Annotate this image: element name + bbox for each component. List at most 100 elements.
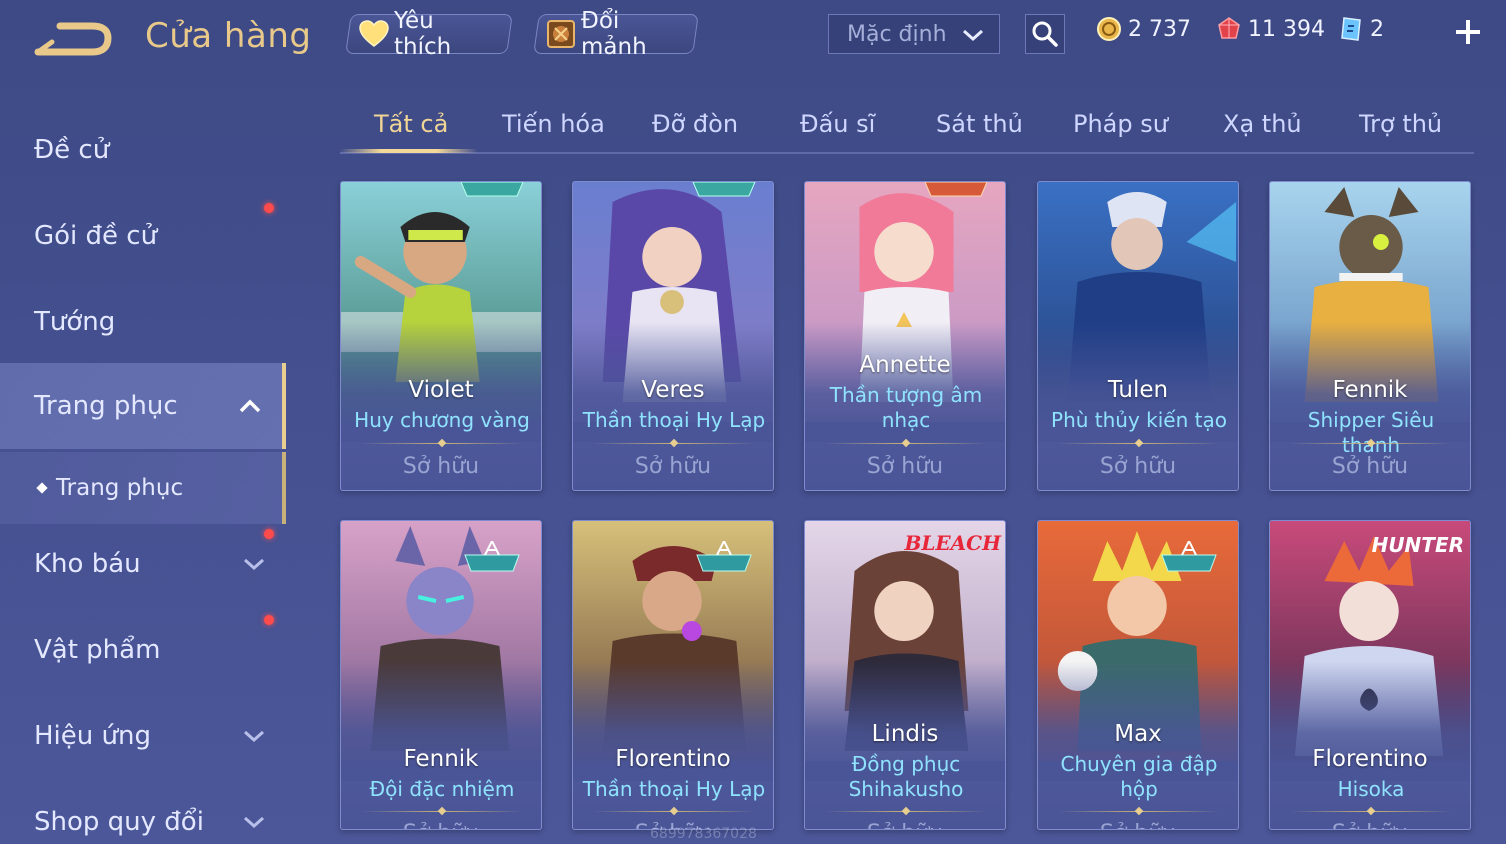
card-divider <box>593 811 755 812</box>
sidebar-item-exchange-shop[interactable]: Shop quy đổi <box>0 779 286 844</box>
card-divider <box>825 443 987 444</box>
skin-name: Phù thủy kiến tạo <box>1051 408 1227 432</box>
skin-card[interactable]: Annette Thần tượng âm nhạc Sở hữu <box>804 181 1006 491</box>
hero-name: Annette <box>859 352 951 378</box>
card-divider <box>593 443 755 444</box>
chevron-down-icon <box>961 25 985 50</box>
skin-name: Hisoka <box>1337 777 1405 801</box>
skin-name: Đồng phục Shihakusho <box>848 752 964 801</box>
brand-logo: HUNTER <box>1371 533 1464 557</box>
card-divider <box>1290 811 1452 812</box>
page-title: Cửa hàng <box>145 16 312 56</box>
card-divider <box>825 811 987 812</box>
hero-name: Fennik <box>1332 377 1408 403</box>
plus-icon <box>1456 20 1480 44</box>
hero-name: Veres <box>641 377 705 403</box>
chevron-down-icon <box>242 721 266 751</box>
skin-card[interactable]: Tulen Phù thủy kiến tạo Sở hữu <box>1037 181 1239 491</box>
sidebar-item-label: Kho báu <box>34 549 141 579</box>
limited-badge <box>692 182 756 197</box>
owned-status: Sở hữu <box>341 821 541 829</box>
skin-card[interactable]: Fennik Shipper Siêu thanh Sở hữu <box>1269 181 1471 491</box>
skin-card[interactable]: Veres Thần thoại Hy Lạp Sở hữu <box>572 181 774 491</box>
owned-status: Sở hữu <box>805 821 1005 829</box>
owned-status: Sở hữu <box>634 454 712 479</box>
shard-chest-icon <box>545 18 577 50</box>
sidebar-item-label: Trang phục <box>56 475 184 501</box>
skin-grid: Violet Huy chương vàng Sở hữu Veres Thần… <box>340 181 1480 844</box>
skin-card[interactable]: Fennik Đội đặc nhiệm Sở hữu <box>340 520 542 830</box>
notification-dot <box>264 203 274 213</box>
ticket-icon <box>1338 16 1364 42</box>
back-arrow-icon <box>34 22 112 56</box>
skin-name: Chuyên gia đập hộp <box>1060 752 1218 801</box>
card-divider <box>361 811 523 812</box>
sidebar-item-skins[interactable]: Trang phục <box>0 363 286 449</box>
skin-name: Shipper Siêu thanh <box>1307 408 1435 457</box>
sidebar-item-recommended[interactable]: Đề cử <box>0 107 286 193</box>
back-button[interactable] <box>34 18 114 62</box>
category-tabs: Tất cả Tiến hóa Đỡ đòn Đấu sĩ Sát thủ Ph… <box>340 100 1474 154</box>
limited-badge <box>460 182 524 197</box>
tab-all[interactable]: Tất cả <box>374 110 448 138</box>
voucher-amount: 11 394 <box>1248 16 1325 42</box>
skin-name: Huy chương vàng <box>354 408 530 432</box>
card-divider <box>1290 443 1452 444</box>
limited-a-badge <box>696 541 752 572</box>
tab-evolution[interactable]: Tiến hóa <box>502 110 605 138</box>
favorites-button[interactable]: Yêu thích <box>345 8 513 60</box>
sidebar-item-label: Trang phục <box>34 391 178 421</box>
hero-name: Fennik <box>403 746 479 772</box>
sidebar-subitem-skins[interactable]: Trang phục <box>0 452 286 524</box>
sidebar-item-effects[interactable]: Hiệu ứng <box>0 693 286 779</box>
hero-name: Max <box>1114 721 1162 747</box>
sidebar-item-label: Tướng <box>34 307 116 337</box>
card-divider <box>1058 443 1220 444</box>
hero-name: Lindis <box>871 721 939 747</box>
hero-name: Florentino <box>615 746 731 772</box>
tab-mage[interactable]: Pháp sư <box>1073 110 1168 138</box>
sidebar-item-label: Shop quy đổi <box>34 807 204 837</box>
red-gem-icon <box>1216 16 1242 42</box>
exchange-shards-button[interactable]: Đổi mảnh <box>533 8 699 60</box>
owned-status: Sở hữu <box>866 454 944 479</box>
ticket-amount: 2 <box>1370 16 1384 42</box>
sort-value: Mặc định <box>847 21 947 47</box>
hero-name: Violet <box>408 377 474 403</box>
sidebar-item-label: Vật phẩm <box>34 635 161 665</box>
limited-a-badge <box>1161 541 1217 572</box>
skin-card[interactable]: BLEACH Lindis Đồng phục Shihakusho Sở hữ… <box>804 520 1006 830</box>
tab-tank[interactable]: Đỡ đòn <box>652 110 738 138</box>
skin-name: Thần thoại Hy Lạp <box>582 777 766 801</box>
owned-status: Sở hữu <box>1038 821 1238 829</box>
bullet-icon <box>36 482 48 494</box>
sidebar-item-treasure[interactable]: Kho báu <box>0 521 286 607</box>
gold-amount: 2 737 <box>1128 16 1191 42</box>
sidebar-item-heroes[interactable]: Tướng <box>0 279 286 365</box>
tab-assassin[interactable]: Sát thủ <box>936 110 1023 138</box>
chevron-down-icon <box>242 549 266 579</box>
search-icon <box>1032 21 1058 47</box>
skin-card[interactable]: Violet Huy chương vàng Sở hữu <box>340 181 542 491</box>
voucher-currency: 11 394 <box>1216 16 1325 42</box>
add-currency-button[interactable] <box>1450 12 1486 52</box>
hero-name: Florentino <box>1312 746 1428 772</box>
skin-card[interactable]: HUNTER Florentino Hisoka Sở hữu <box>1269 520 1471 830</box>
watermark: 689978367028 <box>650 826 757 842</box>
tab-marksman[interactable]: Xạ thủ <box>1223 110 1302 138</box>
tab-fighter[interactable]: Đấu sĩ <box>800 110 875 138</box>
skin-card[interactable]: Florentino Thần thoại Hy Lạp Sở hữu <box>572 520 774 830</box>
sidebar-item-recommended-bundles[interactable]: Gói đề cử <box>0 193 286 279</box>
chevron-up-icon <box>238 391 262 421</box>
gold-currency: 2 737 <box>1096 16 1191 42</box>
tab-support[interactable]: Trợ thủ <box>1359 110 1442 138</box>
limited-badge <box>924 182 988 197</box>
card-divider <box>1058 811 1220 812</box>
brand-logo: BLEACH <box>904 531 1001 555</box>
sort-dropdown[interactable]: Mặc định <box>828 14 1000 54</box>
heart-icon <box>357 18 390 50</box>
owned-status: Sở hữu <box>1270 821 1470 829</box>
search-button[interactable] <box>1025 14 1065 54</box>
sidebar-item-items[interactable]: Vật phẩm <box>0 607 286 693</box>
skin-card[interactable]: Max Chuyên gia đập hộp Sở hữu <box>1037 520 1239 830</box>
